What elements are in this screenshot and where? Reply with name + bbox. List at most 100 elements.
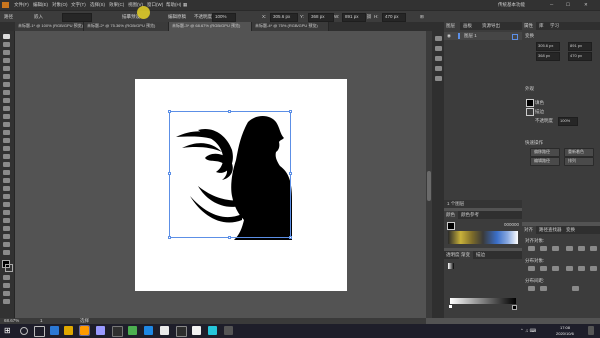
distribute-right-icon[interactable] xyxy=(590,266,597,271)
distribute-h-space-icon[interactable] xyxy=(540,286,547,291)
windows-taskbar xyxy=(0,324,600,338)
tab-asset-export[interactable]: 资源导出 xyxy=(480,22,508,30)
arrange-button[interactable]: 排列 xyxy=(564,157,594,166)
prop-h-field[interactable]: 470 px xyxy=(568,52,592,61)
swatches-panel-icon[interactable] xyxy=(435,46,442,51)
align-v-center-icon[interactable] xyxy=(578,246,585,251)
cursor-highlight xyxy=(137,6,150,19)
distribute-v-center-icon[interactable] xyxy=(540,266,547,271)
handle-bottom-right[interactable] xyxy=(289,236,292,239)
illustrator-taskbar-icon[interactable] xyxy=(79,325,90,336)
align-to-icon[interactable] xyxy=(572,286,579,291)
tab-pathfinder[interactable]: 路径查找器 xyxy=(537,226,563,234)
layer-name[interactable]: 图层 1 xyxy=(464,33,477,39)
app-taskbar-icon-8[interactable] xyxy=(224,326,233,335)
prop-fill-swatch[interactable] xyxy=(526,99,534,107)
color-spectrum[interactable] xyxy=(448,231,518,244)
tab-learn-label: 学习 xyxy=(550,23,559,28)
tab-stroke-label: 描边 xyxy=(476,252,485,257)
tab-color[interactable]: 颜色 xyxy=(444,211,458,219)
recolor-button[interactable]: 重新着色 xyxy=(564,148,594,157)
tab-color-guide-label: 颜色参考 xyxy=(461,212,479,217)
tab-properties[interactable]: 属性 xyxy=(522,22,536,30)
handle-top-middle[interactable] xyxy=(228,110,231,113)
edge-browser-icon[interactable] xyxy=(50,326,59,335)
layers-panel-header: 图层 画板 资源导出 xyxy=(444,22,522,30)
prop-opacity-field[interactable]: 100% xyxy=(558,117,578,126)
distribute-h-center-icon[interactable] xyxy=(578,266,585,271)
tab-align[interactable]: 对齐 xyxy=(522,226,536,234)
distribute-bottom-icon[interactable] xyxy=(552,266,559,271)
file-explorer-icon[interactable] xyxy=(64,326,73,335)
brushes-panel-icon[interactable] xyxy=(435,56,442,61)
hex-value[interactable]: 000000 xyxy=(504,222,519,228)
handle-middle-left[interactable] xyxy=(168,172,171,175)
app-taskbar-icon-1[interactable] xyxy=(112,326,123,337)
align-right-icon[interactable] xyxy=(552,246,559,251)
layers-panel: 图层 画板 资源导出 ◉ 图层 1 1 个图层 xyxy=(444,22,522,208)
tab-libraries[interactable]: 库 xyxy=(537,22,547,30)
tab-learn[interactable]: 学习 xyxy=(548,22,562,30)
handle-middle-right[interactable] xyxy=(289,172,292,175)
distribute-left-icon[interactable] xyxy=(566,266,573,271)
layer-color-marker xyxy=(458,33,460,39)
prop-stroke-swatch[interactable] xyxy=(526,108,534,116)
tab-transparency[interactable]: 透明度 xyxy=(444,251,460,259)
handle-top-right[interactable] xyxy=(289,110,292,113)
gradient-stop-start[interactable] xyxy=(449,305,452,308)
stroke-label: 描边 xyxy=(535,109,544,114)
app-taskbar-icon-6[interactable] xyxy=(192,326,201,335)
prop-x-field[interactable]: 305.6 px xyxy=(536,42,560,51)
task-view-icon[interactable] xyxy=(34,326,45,337)
layer-target-icon[interactable] xyxy=(512,34,518,40)
clock-date[interactable]: 2020/10/6 xyxy=(556,331,574,337)
tab-layers[interactable]: 图层 xyxy=(444,22,460,30)
offset-path-button[interactable]: 偏移路径 xyxy=(530,148,560,157)
symbols-panel-icon[interactable] xyxy=(435,66,442,71)
layer-row[interactable]: ◉ 图层 1 xyxy=(444,32,522,40)
app-taskbar-icon-2[interactable] xyxy=(128,326,137,335)
prop-y-field[interactable]: 368 px xyxy=(536,52,560,61)
app-taskbar-icon-3[interactable] xyxy=(144,326,153,335)
search-icon[interactable] xyxy=(20,327,28,335)
notification-icon[interactable] xyxy=(588,326,594,335)
tab-color-guide[interactable]: 颜色参考 xyxy=(459,211,485,219)
align-top-icon[interactable] xyxy=(566,246,573,251)
tab-pathfinder-label: 路径查找器 xyxy=(539,227,562,232)
graphic-styles-panel-icon[interactable] xyxy=(435,76,442,81)
distribute-top-icon[interactable] xyxy=(528,266,535,271)
gradient-panel-header: 透明度 渐变 描边 xyxy=(444,251,522,259)
gradient-preview-swatch[interactable] xyxy=(448,263,454,269)
color-panel-icon[interactable] xyxy=(435,36,442,41)
gradient-slider[interactable] xyxy=(450,298,516,304)
handle-bottom-left[interactable] xyxy=(168,236,171,239)
align-left-icon[interactable] xyxy=(528,246,535,251)
visibility-eye-icon[interactable]: ◉ xyxy=(447,33,451,39)
tab-properties-label: 属性 xyxy=(524,23,533,28)
prop-w-field[interactable]: 891 px xyxy=(568,42,592,51)
app-taskbar-icon-7[interactable] xyxy=(208,326,217,335)
app-taskbar-icon-4[interactable] xyxy=(160,326,169,335)
tray-icons[interactable]: ⌃ ♫ ⌨ xyxy=(520,328,536,334)
handle-bottom-middle[interactable] xyxy=(228,236,231,239)
edit-path-button[interactable]: 编辑路径 xyxy=(530,157,560,166)
app-taskbar-icon-5[interactable] xyxy=(176,326,187,337)
edit-path-label: 编辑路径 xyxy=(534,158,550,163)
align-bottom-icon[interactable] xyxy=(590,246,597,251)
fill-color-swatch[interactable] xyxy=(447,222,455,230)
handle-top-left[interactable] xyxy=(168,110,171,113)
premiere-taskbar-icon[interactable] xyxy=(96,326,105,335)
fill-label: 填色 xyxy=(535,100,544,105)
selection-bounding-box[interactable] xyxy=(168,110,292,239)
scrollbar-thumb[interactable] xyxy=(427,171,431,201)
tab-gradient[interactable]: 渐变 xyxy=(459,251,473,259)
start-button-icon[interactable]: ⊞ xyxy=(4,326,13,335)
tab-stroke[interactable]: 描边 xyxy=(474,251,488,259)
distribute-v-space-icon[interactable] xyxy=(528,286,535,291)
tab-libraries-label: 库 xyxy=(539,23,544,28)
align-h-center-icon[interactable] xyxy=(540,246,547,251)
tab-transform[interactable]: 变换 xyxy=(564,226,578,234)
tab-artboards[interactable]: 画板 xyxy=(461,22,479,30)
gradient-stop-end[interactable] xyxy=(512,305,517,310)
tab-gradient-label: 渐变 xyxy=(461,252,470,257)
